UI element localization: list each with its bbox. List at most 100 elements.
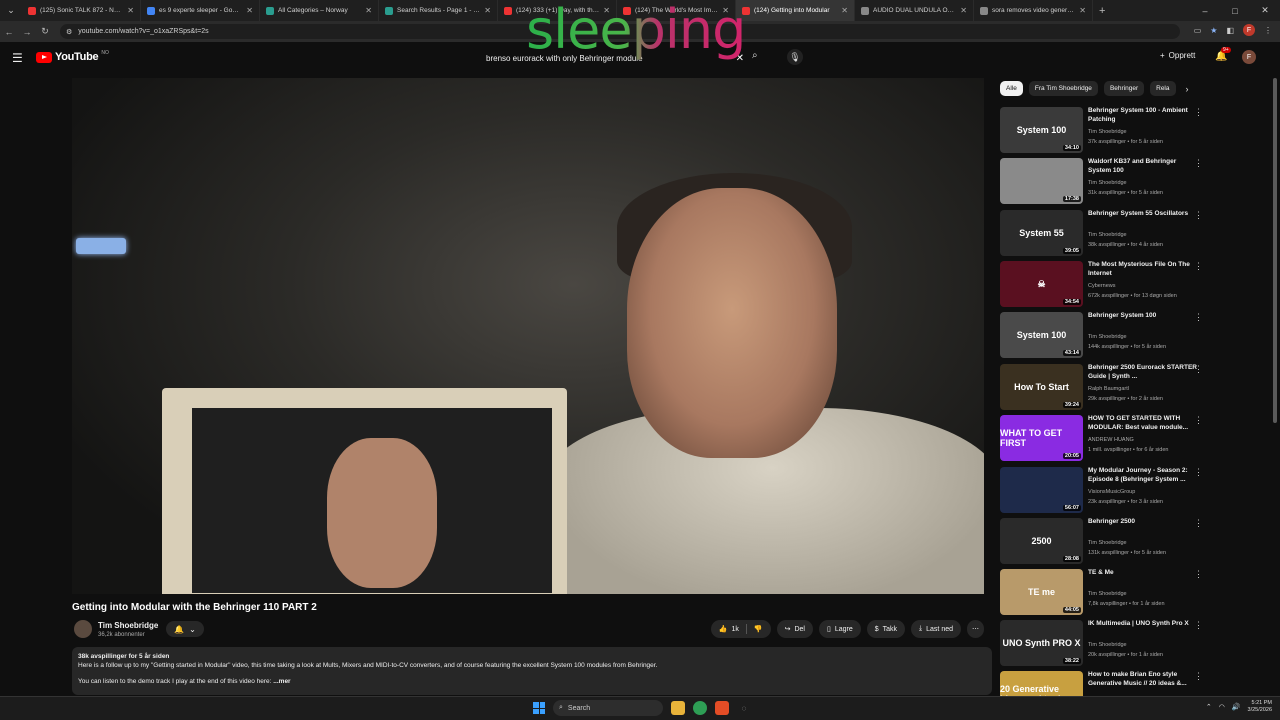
browser-tab[interactable]: All Categories – Norway ✕ [260, 0, 379, 21]
save-button[interactable]: ▯ Lagre [818, 620, 861, 638]
browser-tab[interactable]: (125) Sonic TALK 872 - Nadia S ✕ [22, 0, 141, 21]
recommended-video[interactable]: TE me 44:05 TE & Me Tim Shoebridge 7,8k avsp… [1000, 569, 1210, 617]
browser-tab[interactable]: es 9 experte sleeper - Google S ✕ [141, 0, 260, 21]
close-tab-icon[interactable]: ✕ [1079, 6, 1086, 15]
recommended-video[interactable]: System 100 43:14 Behringer System 100 Tim S… [1000, 312, 1210, 360]
url-field[interactable]: ⚙ youtube.com/watch?v=_o1xaZRSps&t=2s [60, 24, 1180, 39]
show-more-link[interactable]: ...mer [273, 678, 290, 685]
chip-behringer[interactable]: Behringer [1103, 81, 1145, 96]
video-thumbnail[interactable]: 17:38 [1000, 158, 1083, 204]
more-options-icon[interactable]: ⋮ [1194, 467, 1203, 478]
recommended-title[interactable]: Behringer System 100 [1088, 312, 1200, 321]
clear-search-icon[interactable]: ✕ [736, 53, 744, 64]
close-tab-icon[interactable]: ✕ [960, 6, 967, 15]
windows-start-icon[interactable] [533, 702, 545, 714]
recommended-title[interactable]: IK Multimedia | UNO Synth Pro X [1088, 620, 1200, 629]
browser-tab[interactable]: (124) Getting into Modular ✕ [736, 0, 855, 21]
recommended-title[interactable]: Waldorf KB37 and Behringer System 100 [1088, 158, 1200, 176]
close-window-button[interactable]: ✕ [1250, 0, 1280, 21]
profile-avatar[interactable]: F [1243, 24, 1255, 36]
recommended-channel[interactable]: Ralph Baumgartl [1088, 386, 1129, 392]
like-button[interactable]: 👍 1k 👎 [710, 620, 771, 638]
browser-tab[interactable]: AUDIO DUAL UNDULA OSCILL✕ [855, 0, 974, 21]
taskbar-search[interactable]: ⌕ Search [553, 700, 663, 716]
recommended-channel[interactable]: Tim Shoebridge [1088, 334, 1127, 340]
recommended-channel[interactable]: VisionsMusicGroup [1088, 489, 1135, 495]
notifications-bell-icon[interactable]: 🔔 9+ [1215, 47, 1231, 62]
recommended-title[interactable]: Behringer 2500 [1088, 518, 1200, 527]
video-thumbnail[interactable]: 2500 28:08 [1000, 518, 1083, 564]
description-box[interactable]: 38k avspillinger for 5 år siden Here is … [72, 647, 992, 695]
tab-menu-icon[interactable]: ⌄ [0, 0, 22, 21]
create-button[interactable]: + Opprett [1160, 51, 1195, 60]
clock[interactable]: 5:21 PM 3/25/2026 [1248, 700, 1272, 714]
youtube-logo[interactable]: YouTube NO [36, 50, 109, 63]
video-thumbnail[interactable]: ☠ 34:54 [1000, 261, 1083, 307]
file-explorer-icon[interactable] [671, 701, 685, 715]
extensions-icon[interactable]: ◧ [1226, 26, 1234, 35]
recommended-channel[interactable]: Tim Shoebridge [1088, 591, 1127, 597]
scrollbar[interactable] [1273, 78, 1277, 423]
recommended-title[interactable]: TE & Me [1088, 569, 1200, 578]
video-thumbnail[interactable]: How To Start 39:24 [1000, 364, 1083, 410]
download-button[interactable]: ⤓ Last ned [911, 620, 961, 638]
video-thumbnail[interactable]: System 100 43:14 [1000, 312, 1083, 358]
close-tab-icon[interactable]: ✕ [841, 6, 848, 15]
channel-name[interactable]: Tim Shoebridge [98, 621, 158, 630]
recommended-video[interactable]: System 55 39:05 Behringer System 55 Oscill… [1000, 210, 1210, 258]
recommended-title[interactable]: HOW TO GET STARTED WITH MODULAR: Best va… [1088, 415, 1200, 433]
recommended-video[interactable]: WHAT TO GET FIRST 20:05 HOW TO GET STARTED… [1000, 415, 1210, 463]
brave-icon[interactable] [715, 701, 729, 715]
video-thumbnail[interactable]: System 55 39:05 [1000, 210, 1083, 256]
close-tab-icon[interactable]: ✕ [127, 6, 134, 15]
more-options-icon[interactable]: ⋮ [1194, 312, 1203, 323]
recommended-title[interactable]: Behringer System 55 Oscillators [1088, 210, 1200, 219]
wifi-icon[interactable]: ◠ [1219, 703, 1225, 711]
chevron-right-icon[interactable]: › [1186, 84, 1189, 94]
chip-from-channel[interactable]: Fra Tim Shoebridge [1028, 81, 1098, 96]
cast-icon[interactable]: ▭ [1194, 26, 1202, 35]
recommended-video[interactable]: 56:07 My Modular Journey - Season 2: Epis… [1000, 467, 1210, 515]
recommended-video[interactable]: System 100 34:10 Behringer System 100 - Am… [1000, 107, 1210, 155]
chrome-icon[interactable] [693, 701, 707, 715]
more-options-icon[interactable]: ⋮ [1194, 671, 1203, 682]
thumbs-down-icon[interactable]: 👎 [754, 625, 763, 633]
more-options-icon[interactable]: ⋮ [1194, 569, 1203, 580]
chip-related[interactable]: Rela [1150, 81, 1176, 96]
close-tab-icon[interactable]: ✕ [603, 6, 610, 15]
recommended-title[interactable]: How to make Brian Eno style Generative M… [1088, 671, 1200, 689]
close-tab-icon[interactable]: ✕ [365, 6, 372, 15]
recommended-title[interactable]: Behringer 2500 Eurorack STARTER Guide | … [1088, 364, 1200, 382]
video-thumbnail[interactable]: WHAT TO GET FIRST 20:05 [1000, 415, 1083, 461]
thanks-button[interactable]: $ Takk [866, 620, 906, 638]
video-thumbnail[interactable]: 56:07 [1000, 467, 1083, 513]
recommended-channel[interactable]: ANDREW HUANG [1088, 437, 1134, 443]
bookmark-star-icon[interactable]: ★ [1210, 26, 1217, 35]
more-actions-button[interactable]: ⋯ [967, 620, 984, 638]
search-icon[interactable]: ⌕ [752, 50, 758, 61]
recommended-video[interactable]: UNO Synth PRO X 38:22 IK Multimedia | UNO … [1000, 620, 1210, 668]
more-options-icon[interactable]: ⋮ [1194, 518, 1203, 529]
maximize-button[interactable]: □ [1220, 0, 1250, 21]
more-options-icon[interactable]: ⋮ [1194, 158, 1203, 169]
new-tab-button[interactable]: + [1099, 5, 1105, 17]
volume-icon[interactable]: 🔊 [1232, 703, 1241, 711]
recommended-title[interactable]: My Modular Journey - Season 2: Episode 8… [1088, 467, 1200, 485]
more-options-icon[interactable]: ⋮ [1194, 210, 1203, 221]
site-info-icon[interactable]: ⚙ [66, 28, 72, 36]
close-tab-icon[interactable]: ✕ [484, 6, 491, 15]
tray-chevron-icon[interactable]: ⌃ [1206, 703, 1212, 711]
recommended-video[interactable]: How To Start 39:24 Behringer 2500 Eurorack… [1000, 364, 1210, 412]
video-thumbnail[interactable]: System 100 34:10 [1000, 107, 1083, 153]
account-avatar[interactable]: F [1242, 50, 1256, 64]
browser-tab[interactable]: (124) The World's Most Importa ✕ [617, 0, 736, 21]
app-icon[interactable]: ◌ [737, 701, 751, 715]
recommended-channel[interactable]: Cybernews [1088, 283, 1116, 289]
more-options-icon[interactable]: ⋮ [1194, 364, 1203, 375]
recommended-channel[interactable]: Tim Shoebridge [1088, 642, 1127, 648]
video-player[interactable] [72, 78, 984, 594]
back-button[interactable]: ← [0, 27, 18, 37]
more-options-icon[interactable]: ⋮ [1194, 620, 1203, 631]
close-tab-icon[interactable]: ✕ [246, 6, 253, 15]
more-options-icon[interactable]: ⋮ [1194, 261, 1203, 272]
